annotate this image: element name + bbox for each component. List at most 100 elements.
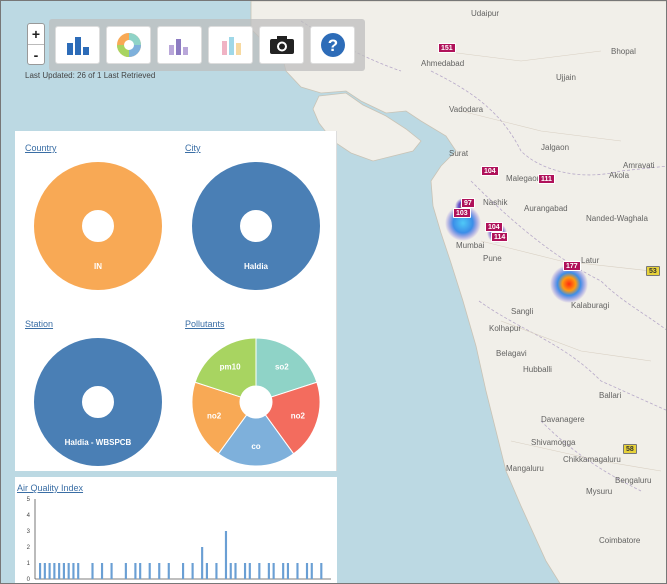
aqi-marker[interactable]: 103: [453, 208, 471, 218]
aqi-bar[interactable]: [110, 563, 113, 579]
aqi-bar[interactable]: [272, 563, 275, 579]
aqi-bar[interactable]: [62, 563, 65, 579]
pollutants-title[interactable]: Pollutants: [185, 319, 225, 329]
city-donut[interactable]: Haldia: [189, 159, 323, 293]
city-label: Chikkamagaluru: [563, 455, 621, 464]
aqi-bar[interactable]: [58, 563, 61, 579]
aqi-bar[interactable]: [215, 563, 218, 579]
aqi-bar[interactable]: [182, 563, 185, 579]
help-button[interactable]: ?: [310, 26, 355, 64]
column-chart-button[interactable]: [157, 26, 202, 64]
zoom-control: + -: [27, 23, 45, 65]
screenshot-button[interactable]: [259, 26, 304, 64]
aqi-bar[interactable]: [305, 563, 309, 579]
aqi-bar[interactable]: [191, 563, 194, 579]
bar-chart-button[interactable]: [55, 26, 100, 64]
aqi-marker[interactable]: 151: [438, 43, 456, 53]
aqi-bar[interactable]: [229, 563, 232, 579]
city-label: Bhopal: [611, 47, 636, 56]
donut-label: so2: [275, 362, 289, 371]
aqi-bar[interactable]: [100, 563, 104, 579]
aqi-bar[interactable]: [91, 563, 94, 579]
city-label: Davanagere: [541, 415, 585, 424]
aqi-bar[interactable]: [296, 563, 299, 579]
aqi-bar[interactable]: [67, 563, 70, 579]
aqi-bar[interactable]: [48, 563, 51, 579]
donut-slice[interactable]: [192, 162, 320, 290]
help-icon: ?: [320, 33, 345, 57]
last-updated-text: Last Updated: 26 of 1 Last Retrieved: [25, 71, 156, 80]
aqi-bar[interactable]: [243, 563, 247, 579]
city-label: Udaipur: [471, 9, 500, 18]
map-application: Udaipur Ahmedabad Bhopal Ujjain Vadodara Sura…: [0, 0, 667, 584]
city-label: Mangaluru: [506, 464, 544, 473]
station-title[interactable]: Station: [25, 319, 53, 329]
zoom-in-button[interactable]: +: [28, 24, 44, 44]
aqi-bar[interactable]: [39, 563, 42, 579]
aqi-marker[interactable]: 58: [623, 444, 637, 454]
donut-label: no2: [207, 412, 222, 421]
city-label: Kalaburagi: [571, 301, 610, 310]
camera-icon: [269, 36, 294, 54]
station-donut[interactable]: Haldia - WBSPCB: [31, 335, 165, 469]
country-title[interactable]: Country: [25, 143, 57, 153]
aqi-bar[interactable]: [282, 563, 285, 579]
aqi-bar[interactable]: [167, 563, 170, 579]
donut-slice[interactable]: [34, 338, 162, 466]
zoom-out-button[interactable]: -: [28, 44, 44, 64]
aqi-bar[interactable]: [258, 563, 261, 579]
aqi-bar[interactable]: [72, 563, 75, 579]
city-label: Ahmedabad: [421, 59, 465, 68]
donut-slice[interactable]: [34, 162, 162, 290]
city-label: Vadodara: [449, 105, 484, 114]
city-label: Amravati: [623, 161, 655, 170]
city-label: Hubballi: [523, 365, 552, 374]
aqi-marker[interactable]: 114: [491, 232, 509, 242]
aqi-bar[interactable]: [134, 563, 137, 579]
aqi-marker[interactable]: 111: [538, 174, 555, 184]
aqi-bar[interactable]: [139, 563, 142, 579]
aqi-bar[interactable]: [53, 563, 56, 579]
aqi-bar[interactable]: [234, 563, 237, 579]
city-title[interactable]: City: [185, 143, 201, 153]
aqi-bar[interactable]: [248, 563, 251, 579]
aqi-marker[interactable]: 177: [563, 261, 581, 271]
stacked-chart-button[interactable]: [208, 26, 253, 64]
y-tick-label: 1: [27, 561, 31, 567]
aqi-bar[interactable]: [148, 563, 151, 579]
aqi-bar[interactable]: [201, 547, 204, 579]
aqi-bar[interactable]: [158, 563, 161, 579]
aqi-marker[interactable]: 53: [646, 266, 660, 276]
aqi-bar[interactable]: [320, 563, 323, 579]
aqi-chart[interactable]: 0 1 2 3 4 5: [15, 493, 337, 584]
aqi-bar[interactable]: [224, 531, 228, 579]
city-label: Jalgaon: [541, 143, 570, 152]
aqi-bar[interactable]: [124, 563, 127, 579]
aqi-marker[interactable]: 104: [481, 166, 499, 176]
y-tick-label: 0: [27, 577, 31, 583]
aqi-title[interactable]: Air Quality Index: [17, 483, 83, 493]
country-donut[interactable]: IN: [31, 159, 165, 293]
city-label: Latur: [581, 256, 600, 265]
pie-chart-button[interactable]: [106, 26, 151, 64]
city-label: Mysuru: [586, 487, 613, 496]
bar-chart-icon: [66, 37, 89, 55]
aqi-panel: Air Quality Index 0 1 2 3 4 5: [15, 477, 337, 584]
city-label: Ujjain: [556, 73, 577, 82]
summary-panel: Country City Station Pollutants IN Haldi…: [15, 131, 337, 471]
aqi-bar[interactable]: [205, 563, 208, 579]
chart-toolbar: ?: [49, 19, 365, 71]
pollutants-donut[interactable]: so2 no2 co no2 pm10: [189, 335, 323, 469]
aqi-bar[interactable]: [286, 563, 290, 579]
aqi-bar[interactable]: [310, 563, 313, 579]
aqi-bar[interactable]: [43, 563, 46, 579]
aqi-marker[interactable]: 97: [461, 198, 475, 208]
aqi-marker[interactable]: 104: [485, 222, 503, 232]
city-label: Sangli: [511, 307, 534, 316]
city-label: Kolhapur: [489, 324, 522, 333]
svg-text:?: ?: [327, 36, 337, 55]
aqi-bar[interactable]: [267, 563, 270, 579]
donut-label: Haldia: [244, 262, 269, 271]
aqi-bar[interactable]: [77, 563, 80, 579]
donut-label: no2: [291, 412, 306, 421]
